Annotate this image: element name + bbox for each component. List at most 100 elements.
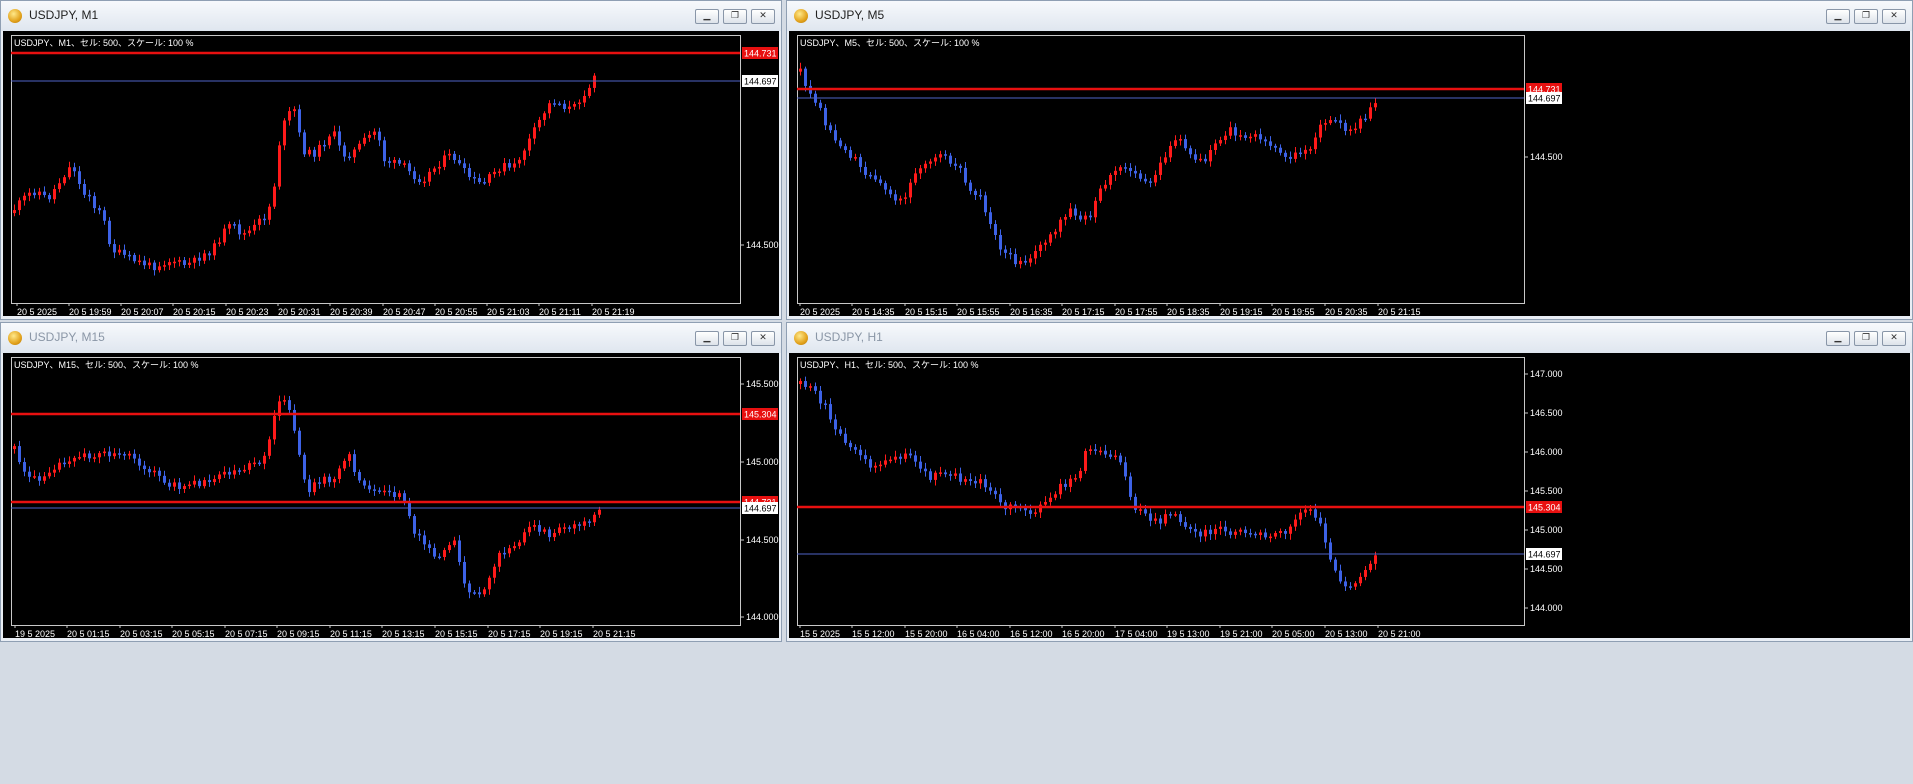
title-bar[interactable]: USDJPY, M15 ▁ ❐ ✕ [1, 323, 781, 353]
candle-body [909, 182, 912, 198]
candle-body [1174, 140, 1177, 146]
candle-body [1309, 149, 1312, 151]
candle-body [333, 131, 336, 137]
y-tick-label: 144.500 [1530, 152, 1563, 162]
candle-body [1209, 529, 1212, 535]
candle-body [323, 144, 326, 147]
chart-window-h1[interactable]: USDJPY, H1 ▁ ❐ ✕ USDJPY、H1、セル: 500、スケール:… [786, 322, 1913, 642]
candle-body [203, 253, 206, 261]
candle-body [253, 462, 256, 465]
candle-body [273, 186, 276, 207]
candle-body [533, 127, 536, 139]
candle-body [423, 181, 426, 184]
candle-body [363, 137, 366, 144]
candle-body [869, 459, 872, 468]
candle-body [1059, 219, 1062, 232]
candle-body [1344, 122, 1347, 131]
candle-body [323, 476, 326, 484]
candle-body [248, 230, 251, 234]
candle-body [348, 454, 351, 461]
candle-body [313, 149, 316, 157]
candle-body [1359, 576, 1362, 584]
title-bar[interactable]: USDJPY, M5 ▁ ❐ ✕ [787, 1, 1912, 31]
candle-body [884, 460, 887, 465]
candle-body [1314, 137, 1317, 150]
candle-body [1369, 107, 1372, 119]
candle-body [1164, 514, 1167, 524]
candle-body [283, 120, 286, 146]
candle-body [1214, 528, 1217, 535]
candle-body [73, 167, 76, 172]
candle-body [208, 480, 211, 483]
candle-body [1264, 139, 1267, 142]
candle-body [1044, 242, 1047, 245]
candle-body [894, 194, 897, 201]
candle-body [598, 509, 601, 515]
candle-body [1279, 531, 1282, 534]
candle-body [383, 490, 386, 493]
close-button[interactable]: ✕ [751, 9, 775, 24]
candle-body [1139, 173, 1142, 179]
title-bar[interactable]: USDJPY, M1 ▁ ❐ ✕ [1, 1, 781, 31]
candle-body [844, 146, 847, 151]
close-button[interactable]: ✕ [751, 331, 775, 346]
chart-canvas[interactable]: USDJPY、M5、セル: 500、スケール: 100 % 144.500 144.… [789, 31, 1910, 316]
candle-body [954, 473, 957, 476]
candle-body [1094, 449, 1097, 451]
candle-body [869, 174, 872, 177]
minimize-button[interactable]: ▁ [695, 331, 719, 346]
minimize-button[interactable]: ▁ [1826, 9, 1850, 24]
candle-body [48, 195, 51, 200]
candle-body [1304, 509, 1307, 513]
candle-body [924, 468, 927, 472]
candle-body [949, 155, 952, 164]
candle-body [448, 545, 451, 551]
y-tick-label: 144.500 [746, 240, 779, 250]
candle-body [398, 159, 401, 164]
candle-body [108, 451, 111, 457]
restore-button[interactable]: ❐ [723, 9, 747, 24]
chart-window-m5[interactable]: USDJPY, M5 ▁ ❐ ✕ USDJPY、M5、セル: 500、スケール:… [786, 0, 1913, 320]
restore-button[interactable]: ❐ [1854, 331, 1878, 346]
close-icon: ✕ [1890, 11, 1898, 21]
candle-body [1284, 531, 1287, 534]
chart-canvas[interactable]: USDJPY、M1、セル: 500、スケール: 100 % 144.500 144.… [3, 31, 779, 316]
candle-body [133, 255, 136, 262]
chart-window-m15[interactable]: USDJPY, M15 ▁ ❐ ✕ USDJPY、M15、セル: 500、スケー… [0, 322, 782, 642]
candle-body [183, 260, 186, 265]
x-tick-label: 20 5 20:55 [435, 307, 478, 316]
y-tick-label: 145.500 [1530, 486, 1563, 496]
x-tick-label: 20 5 21:03 [487, 307, 530, 316]
candle-body [1369, 563, 1372, 570]
candle-body [213, 479, 216, 483]
candle-body [408, 501, 411, 517]
app-icon [8, 331, 22, 345]
chart-canvas[interactable]: USDJPY、H1、セル: 500、スケール: 100 % 147.000 146.… [789, 353, 1910, 638]
restore-button[interactable]: ❐ [1854, 9, 1878, 24]
candle-body [1324, 123, 1327, 125]
x-tick-label: 20 5 14:35 [852, 307, 895, 316]
candle-body [428, 544, 431, 548]
chart-window-m1[interactable]: USDJPY, M1 ▁ ❐ ✕ USDJPY、M1、セル: 500、スケール:… [0, 0, 782, 320]
candle-body [493, 171, 496, 175]
chart-header: USDJPY、M15、セル: 500、スケール: 100 % [14, 360, 199, 370]
x-tick-label: 19 5 21:00 [1220, 629, 1263, 638]
candle-body [1104, 450, 1107, 455]
candle-body [1274, 533, 1277, 537]
candle-body [593, 514, 596, 523]
minimize-button[interactable]: ▁ [1826, 331, 1850, 346]
candle-body [1374, 555, 1377, 564]
close-button[interactable]: ✕ [1882, 331, 1906, 346]
title-bar[interactable]: USDJPY, H1 ▁ ❐ ✕ [787, 323, 1912, 353]
minimize-button[interactable]: ▁ [695, 9, 719, 24]
chart-canvas[interactable]: USDJPY、M15、セル: 500、スケール: 100 % 145.500 145… [3, 353, 779, 638]
candle-body [1084, 215, 1087, 220]
close-button[interactable]: ✕ [1882, 9, 1906, 24]
candle-body [88, 194, 91, 197]
candle-body [1099, 188, 1102, 201]
candle-body [1319, 124, 1322, 138]
candle-body [989, 487, 992, 491]
candle-body [1184, 522, 1187, 527]
x-tick-label: 20 5 20:47 [383, 307, 426, 316]
restore-button[interactable]: ❐ [723, 331, 747, 346]
